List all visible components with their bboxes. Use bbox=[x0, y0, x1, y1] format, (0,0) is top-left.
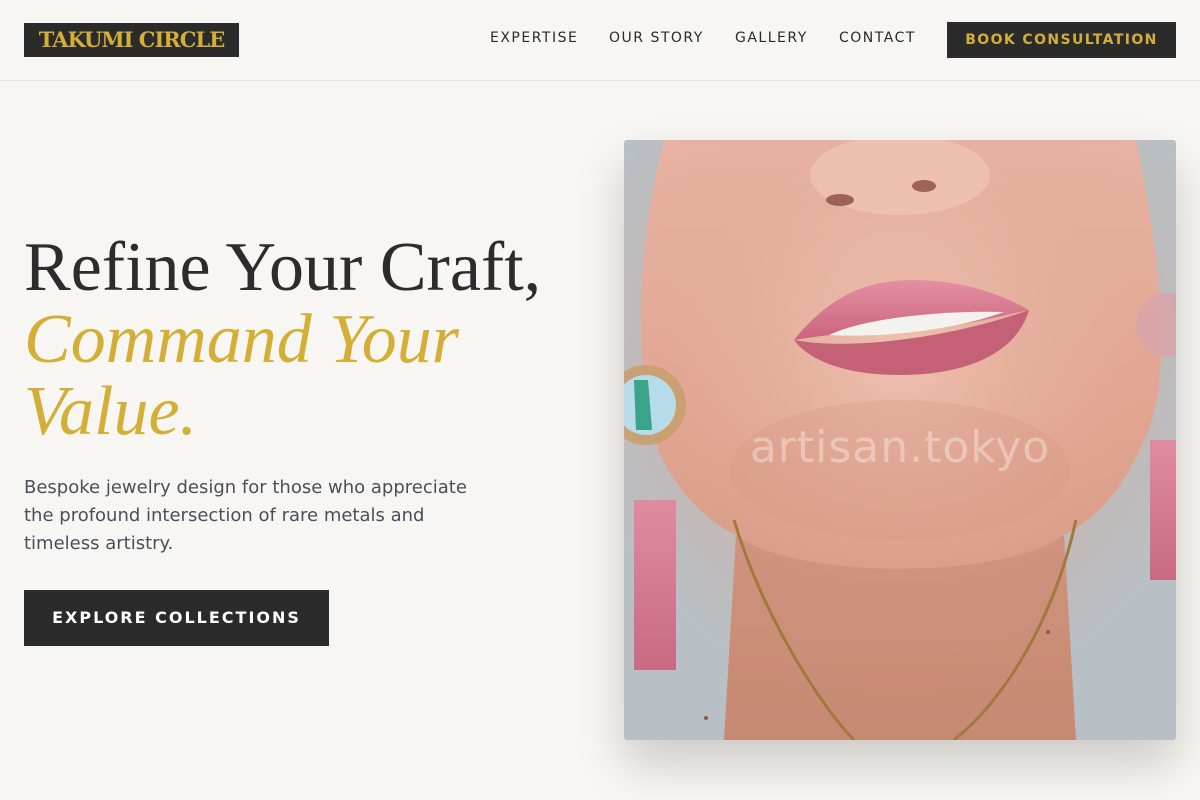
nav-link-gallery[interactable]: GALLERY bbox=[735, 30, 808, 46]
hero-title-accent: Command Your bbox=[24, 301, 460, 378]
book-consultation-button[interactable]: BOOK CONSULTATION bbox=[947, 22, 1176, 58]
site-header: TAKUMI CIRCLE EXPERTISE OUR STORY GALLER… bbox=[0, 0, 1200, 81]
brand-logo[interactable]: TAKUMI CIRCLE bbox=[24, 23, 239, 57]
image-watermark: artisan.tokyo bbox=[749, 422, 1051, 473]
hero-title-line: Refine Your Craft, bbox=[24, 229, 542, 306]
hero-title-accent-end: Value. bbox=[24, 373, 198, 450]
nav-link-contact[interactable]: CONTACT bbox=[839, 30, 916, 46]
explore-collections-button[interactable]: EXPLORE COLLECTIONS bbox=[24, 590, 329, 646]
hero-title: Refine Your Craft, Command Your Value. bbox=[24, 232, 604, 448]
nav-link-our-story[interactable]: OUR STORY bbox=[609, 30, 704, 46]
hero-subtitle: Bespoke jewelry design for those who app… bbox=[24, 477, 467, 554]
hero-image: artisan.tokyo bbox=[624, 140, 1176, 740]
nav-link-expertise[interactable]: EXPERTISE bbox=[490, 30, 578, 46]
